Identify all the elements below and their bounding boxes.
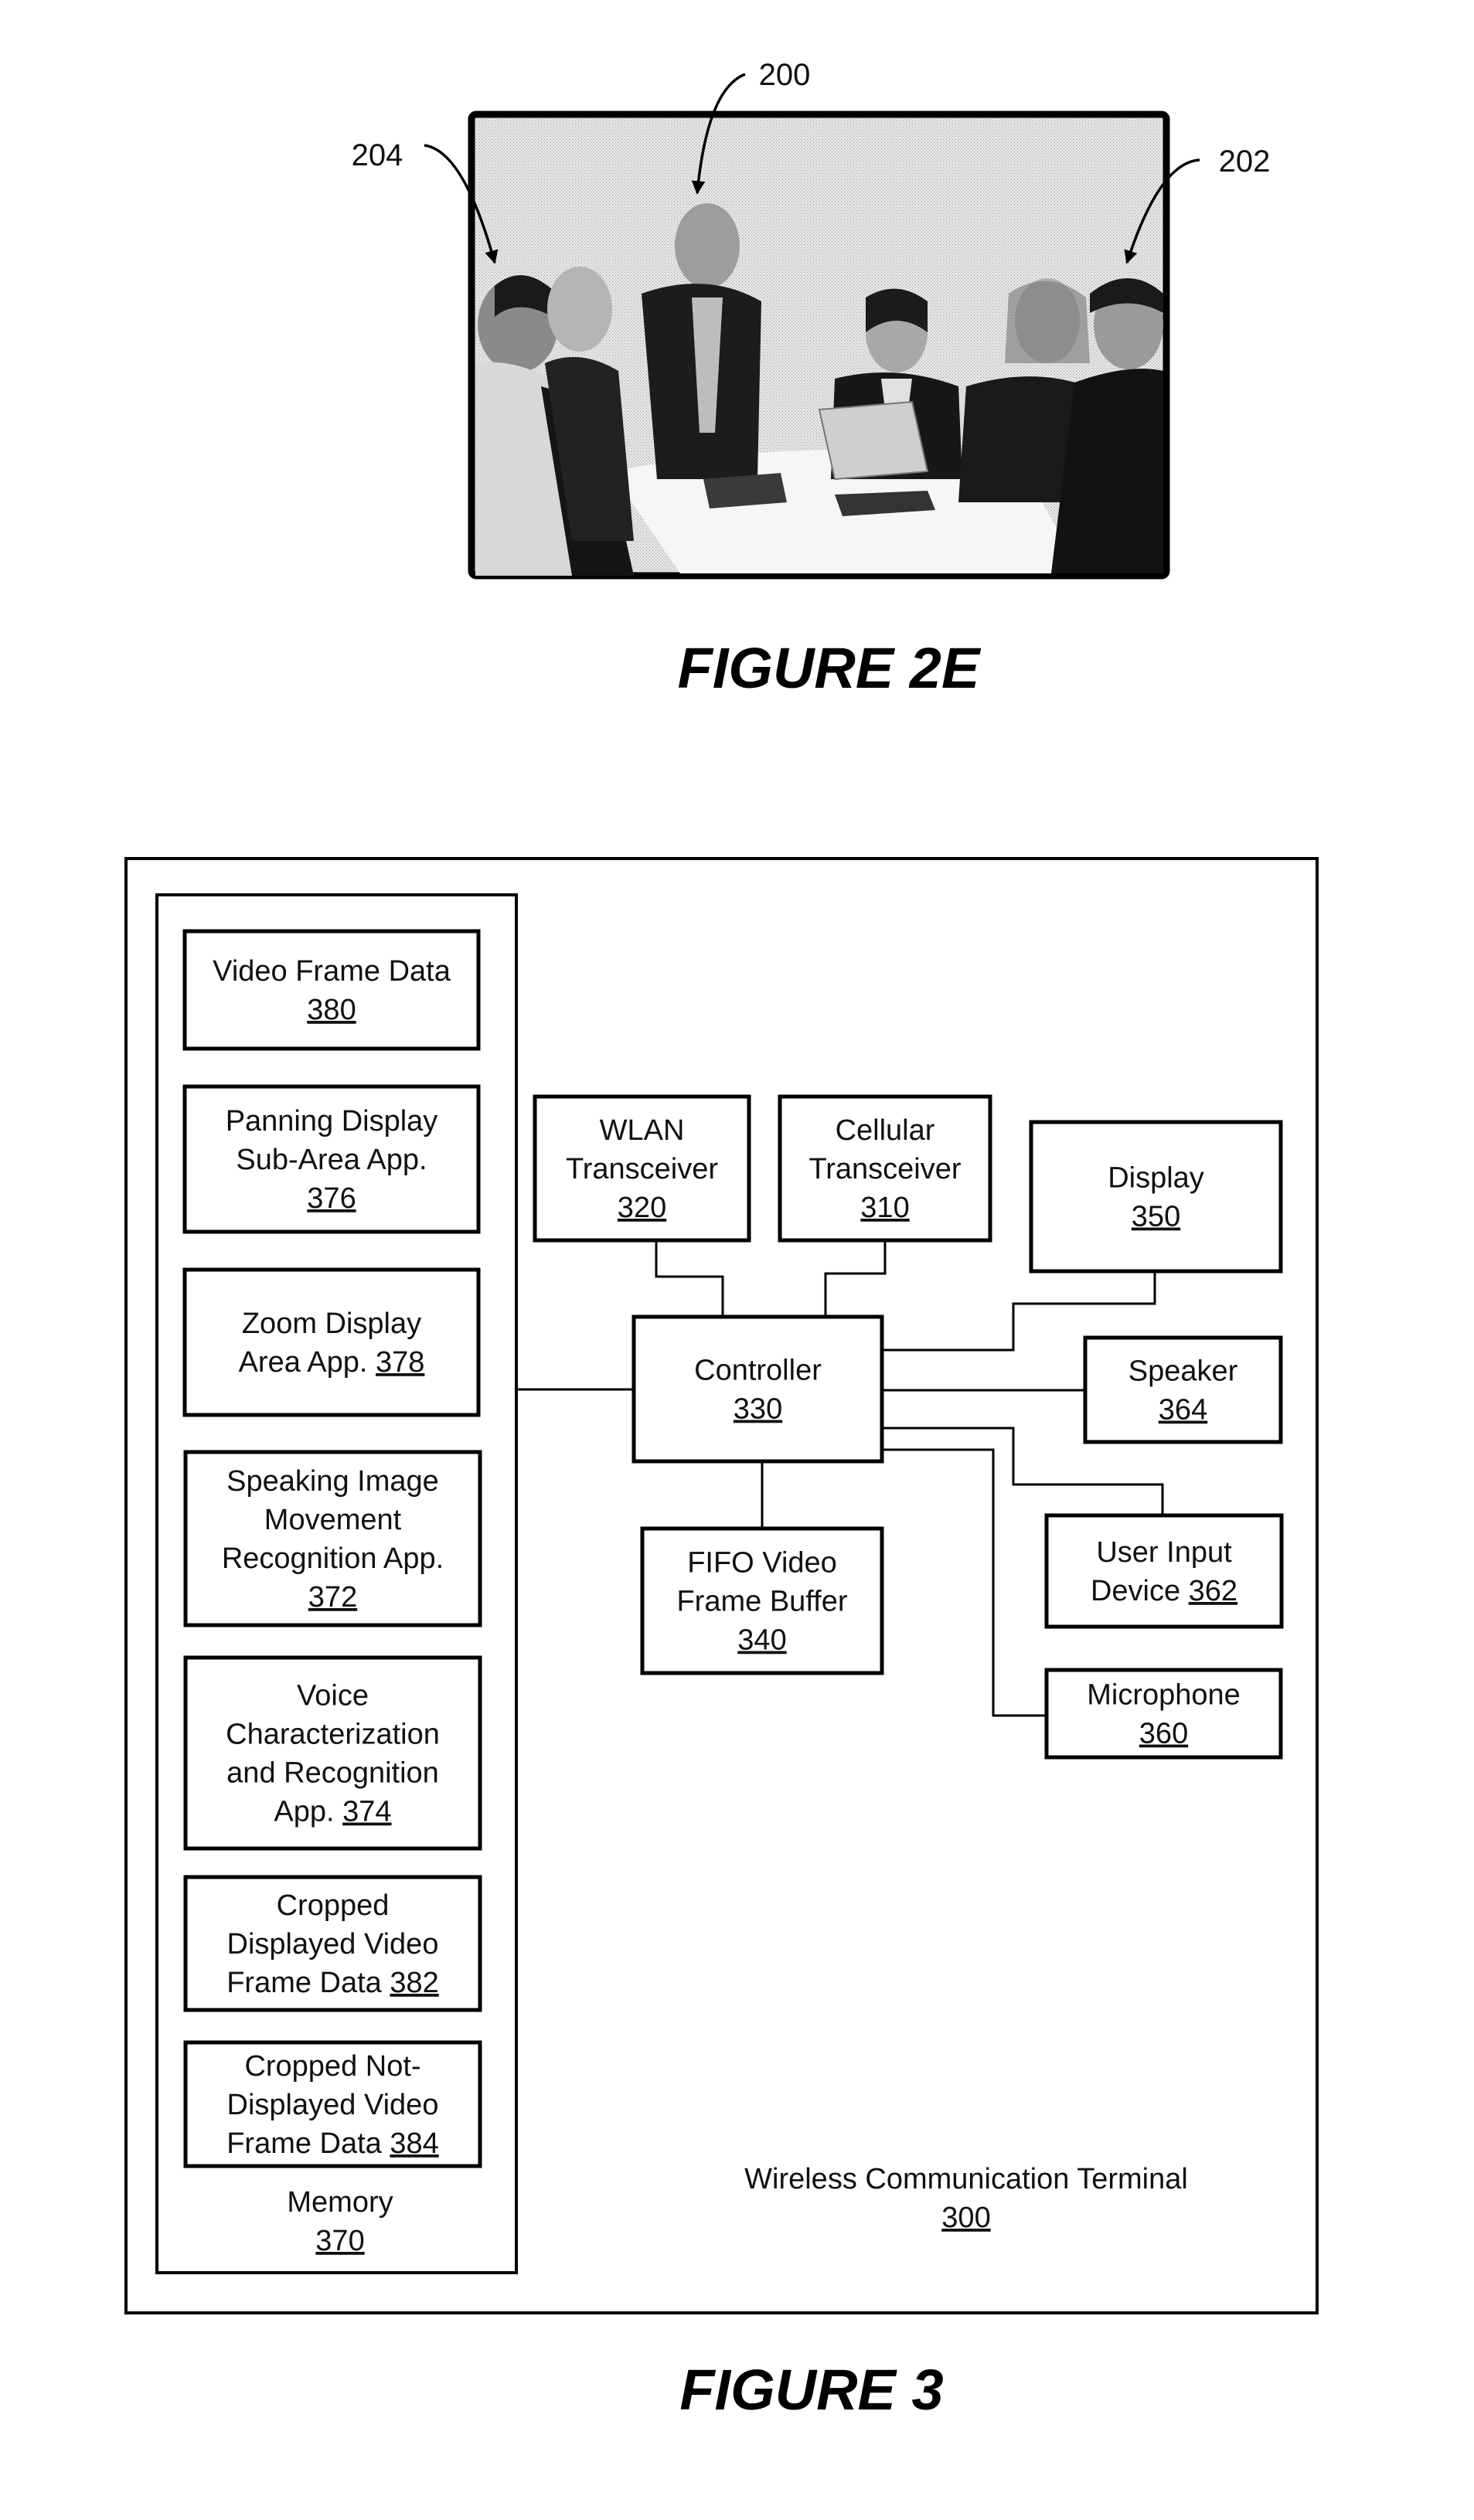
memory-cropped-displayed-data-label-line: Displayed Video [227,1928,439,1961]
memory-zoom-display-app-border [182,1267,481,1417]
wlan-block: WLAN Transceiver 320 [533,1094,751,1243]
figure-2e-caption: FIGURE 2E [678,636,982,700]
terminal-ref: 300 [941,2202,990,2234]
controller-block-border [631,1314,884,1464]
memory-voice-recognition-app: Voice Characterization and Recognition App.… [183,1655,482,1851]
display-block: Display 350 [1029,1120,1283,1274]
memory-panning-display-app-label-line: Sub-Area App. [236,1144,427,1176]
user-input-block-label-line: User Input [1096,1536,1232,1569]
figure-3-caption: FIGURE 3 [679,2358,943,2422]
controller-block-label-line: Controller [694,1355,822,1387]
fifo-block-label-line: Frame Buffer [676,1586,847,1618]
wlan-block-ref: 320 [618,1192,666,1224]
fifo-block: FIFO Video Frame Buffer 340 [640,1526,884,1675]
cellular-block: Cellular Transceiver 310 [778,1094,992,1243]
speaker-block-label-line: Speaker [1128,1355,1238,1388]
memory-speaking-image-app-label-line: Movement [264,1504,402,1536]
cellular-block-label-line: Cellular [836,1114,935,1147]
memory-label: Memory [287,2186,393,2219]
memory-cropped-not-displayed-data: Cropped Not- Displayed Video Frame Data 38… [183,2040,482,2168]
memory-zoom-display-app-label-line: Area App. 378 [239,1346,425,1379]
ref-label-204: 204 [352,138,403,172]
wire-wlan-controller [655,1240,724,1317]
speaker-block: Speaker 364 [1083,1335,1283,1444]
memory-voice-recognition-app-ref: 374 [342,1796,391,1828]
controller-block: Controller 330 [631,1314,884,1464]
memory-video-frame-data: Video Frame Data 380 [182,929,481,1051]
memory-video-frame-data-border [182,929,481,1051]
user-input-block-ref: 362 [1189,1575,1237,1607]
memory-speaking-image-app-label-line: Recognition App. [222,1542,444,1575]
terminal-label: Wireless Communication Terminal [744,2163,1188,2195]
memory-speaking-image-app-label-line: Speaking Image [226,1465,439,1498]
display-block-border [1029,1120,1283,1274]
fifo-block-label-line: FIFO Video [687,1547,837,1580]
memory-ref: 370 [315,2225,364,2257]
video-frame-photo [468,111,1170,580]
figure-2e: 200 204 202 FIGURE 2E [352,58,1271,700]
wire-cellular-controller [824,1240,887,1317]
speaker-block-border [1083,1335,1283,1444]
microphone-block-label-line: Microphone [1087,1679,1241,1712]
memory-zoom-display-app-ref: 378 [376,1346,424,1379]
fifo-block-ref: 340 [737,1624,786,1657]
memory-speaking-image-app-ref: 372 [308,1581,357,1614]
memory-video-frame-data-ref: 380 [307,994,356,1026]
memory-voice-recognition-app-label-line: Voice [297,1680,369,1712]
cellular-block-ref: 310 [860,1192,909,1224]
ref-label-202: 202 [1219,145,1271,179]
memory-panning-display-app-ref: 376 [307,1182,356,1215]
cellular-block-label-line: Transceiver [808,1153,961,1185]
display-block-label-line: Display [1108,1162,1204,1195]
memory-cropped-not-displayed-data-label-line: Frame Data 384 [226,2127,439,2160]
memory-voice-recognition-app-label-line: Characterization [226,1719,440,1751]
wlan-block-label-line: WLAN [600,1114,685,1147]
display-block-ref: 350 [1132,1201,1180,1233]
memory-cropped-displayed-data-label-line: Frame Data 382 [226,1967,439,1999]
patent-drawing-sheet: 200 204 202 FIGURE 2E Video Frame Data 38… [124,58,1319,2422]
memory-cropped-displayed-data: Cropped Displayed Video Frame Data 382 [183,1875,482,2012]
memory-voice-recognition-app-label-line: and Recognition [226,1757,439,1790]
memory-panning-display-app: Panning Display Sub-Area App. 376 [182,1084,481,1234]
wire-microphone-controller [882,1448,1047,1717]
microphone-block: Microphone 360 [1044,1668,1283,1760]
memory-cropped-not-displayed-data-label-line: Displayed Video [227,2089,439,2121]
memory-zoom-display-app-label-line: Zoom Display [242,1308,421,1340]
memory-items: Video Frame Data 380 Panning Display Sub-Ar… [182,929,482,2168]
memory-cropped-not-displayed-data-label-line: Cropped Not- [244,2050,420,2083]
memory-video-frame-data-label-line: Video Frame Data [213,955,451,988]
controller-block-ref: 330 [734,1393,782,1426]
speaker-block-ref: 364 [1159,1394,1207,1427]
memory-cropped-not-displayed-data-ref: 384 [390,2127,438,2160]
memory-panning-display-app-label-line: Panning Display [226,1105,438,1138]
memory-cropped-displayed-data-label-line: Cropped [277,1889,390,1922]
memory-zoom-display-app: Zoom Display Area App. 378 [182,1267,481,1417]
memory-speaking-image-app: Speaking Image Movement Recognition App. 37… [183,1450,482,1627]
memory-cropped-displayed-data-ref: 382 [390,1967,438,1999]
user-input-block: User Input Device 362 [1044,1513,1284,1629]
figure-3: Video Frame Data 380 Panning Display Sub-Ar… [124,857,1319,2422]
memory-voice-recognition-app-label-line: App. 374 [274,1796,391,1828]
user-input-block-border [1044,1513,1284,1629]
user-input-block-label-line: Device 362 [1091,1575,1237,1607]
ref-label-200: 200 [759,58,811,92]
microphone-block-ref: 360 [1139,1718,1188,1750]
wlan-block-label-line: Transceiver [566,1153,718,1185]
